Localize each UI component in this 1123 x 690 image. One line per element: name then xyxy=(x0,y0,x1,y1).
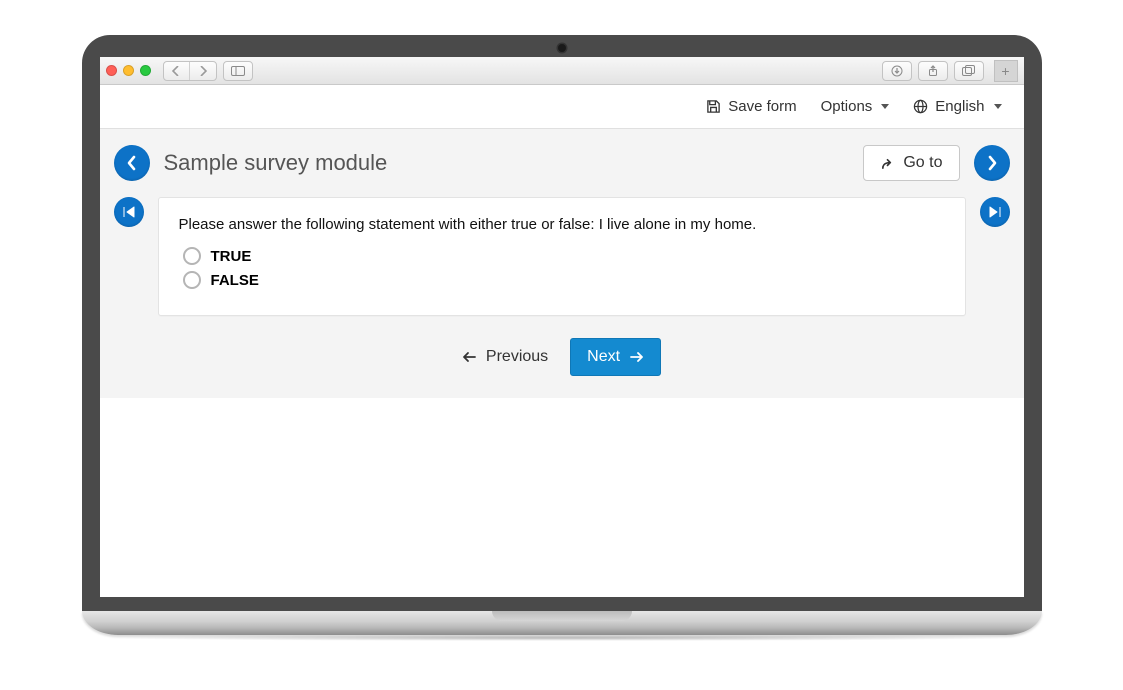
previous-button[interactable]: Previous xyxy=(462,348,548,366)
footer-nav: Previous Next xyxy=(114,338,1010,376)
title-row: Sample survey module Go to xyxy=(114,145,1010,181)
prev-page-button[interactable] xyxy=(114,145,150,181)
laptop-mockup: + Save form Options English xyxy=(82,35,1042,641)
share-button[interactable] xyxy=(918,61,948,81)
option-true-label: TRUE xyxy=(211,248,252,265)
module-title: Sample survey module xyxy=(164,150,850,176)
save-form-label: Save form xyxy=(728,98,796,115)
option-true[interactable]: TRUE xyxy=(183,247,945,265)
app-topbar: Save form Options English xyxy=(100,85,1024,129)
language-dropdown[interactable]: English xyxy=(913,98,1001,115)
next-page-button[interactable] xyxy=(974,145,1010,181)
sidebar-toggle-button[interactable] xyxy=(223,61,253,81)
minimize-window-button[interactable] xyxy=(123,65,134,76)
chevron-right-icon xyxy=(986,155,998,171)
caret-down-icon xyxy=(994,104,1002,109)
downloads-button[interactable] xyxy=(882,61,912,81)
option-false-label: FALSE xyxy=(211,272,259,289)
goto-arrow-icon xyxy=(880,157,895,170)
radio-icon xyxy=(183,271,201,289)
goto-label: Go to xyxy=(903,154,942,172)
screen-bezel: + Save form Options English xyxy=(82,35,1042,611)
radio-icon xyxy=(183,247,201,265)
last-question-button[interactable] xyxy=(980,197,1010,227)
first-question-button[interactable] xyxy=(114,197,144,227)
skip-back-icon xyxy=(122,206,136,218)
camera-dot xyxy=(558,44,566,52)
next-label: Next xyxy=(587,348,620,366)
question-text: Please answer the following statement wi… xyxy=(179,216,945,233)
option-false[interactable]: FALSE xyxy=(183,271,945,289)
window-controls xyxy=(106,65,151,76)
back-button[interactable] xyxy=(164,62,190,80)
forward-button[interactable] xyxy=(190,62,216,80)
question-card: Please answer the following statement wi… xyxy=(158,197,966,316)
new-tab-button[interactable]: + xyxy=(994,60,1018,82)
app-root: Save form Options English xyxy=(100,85,1024,597)
save-form-button[interactable]: Save form xyxy=(706,98,796,115)
arrow-left-icon xyxy=(462,351,476,363)
next-button[interactable]: Next xyxy=(570,338,661,376)
goto-button[interactable]: Go to xyxy=(863,145,959,181)
previous-label: Previous xyxy=(486,348,548,366)
skip-forward-icon xyxy=(988,206,1002,218)
options-label: Options xyxy=(821,98,873,115)
options-dropdown[interactable]: Options xyxy=(821,98,890,115)
browser-chrome: + xyxy=(100,57,1024,85)
nav-back-forward-group xyxy=(163,61,217,81)
workspace: Sample survey module Go to xyxy=(100,129,1024,398)
laptop-shadow xyxy=(102,635,1022,641)
laptop-base xyxy=(82,611,1042,635)
close-window-button[interactable] xyxy=(106,65,117,76)
maximize-window-button[interactable] xyxy=(140,65,151,76)
tabs-overview-button[interactable] xyxy=(954,61,984,81)
arrow-right-icon xyxy=(630,351,644,363)
language-label: English xyxy=(935,98,984,115)
globe-icon xyxy=(913,99,928,114)
chevron-left-icon xyxy=(126,155,138,171)
save-icon xyxy=(706,99,721,114)
question-row: Please answer the following statement wi… xyxy=(114,197,1010,316)
screen: + Save form Options English xyxy=(100,57,1024,597)
caret-down-icon xyxy=(881,104,889,109)
